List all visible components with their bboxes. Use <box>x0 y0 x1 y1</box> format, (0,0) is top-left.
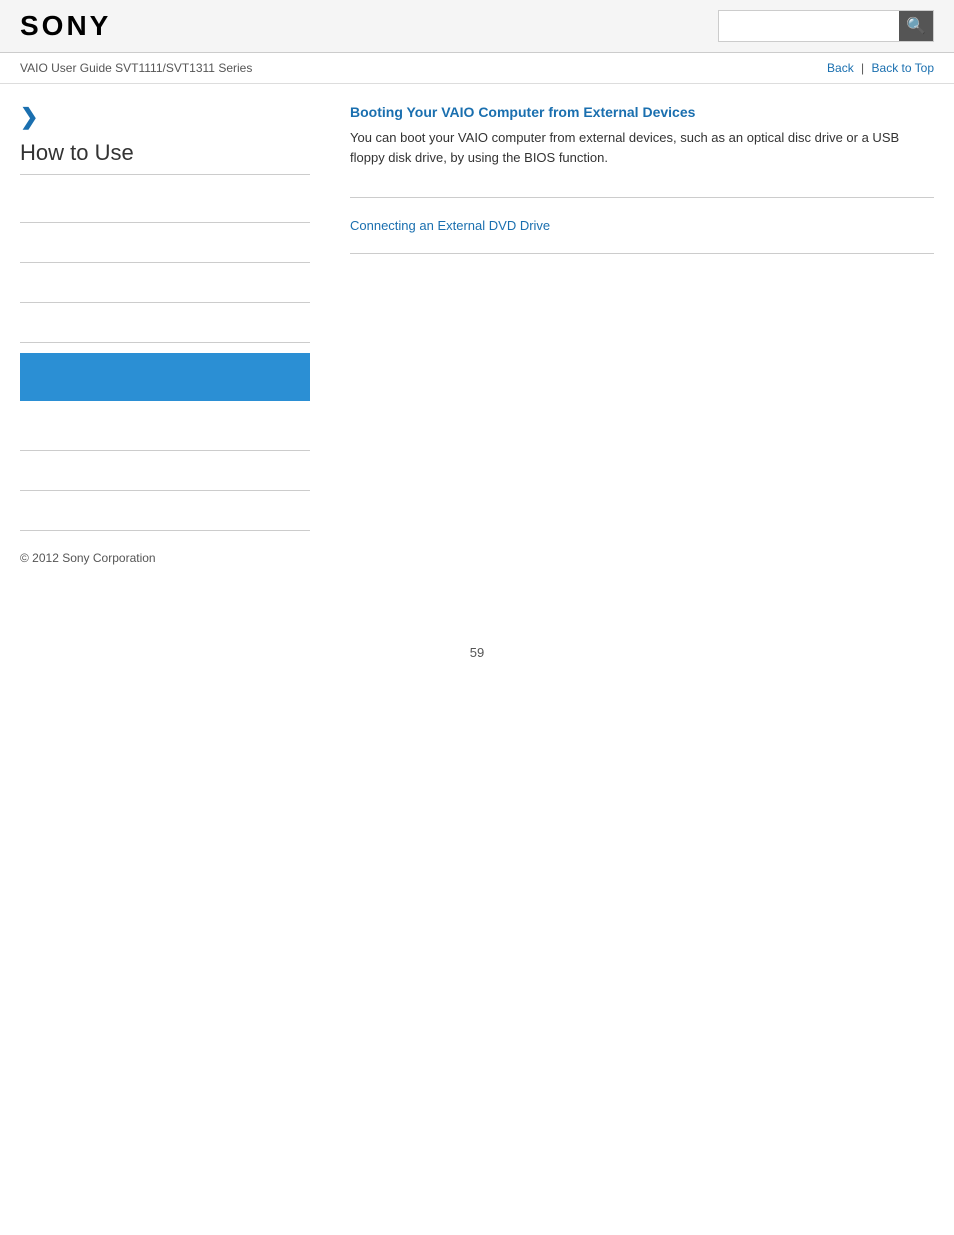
back-link[interactable]: Back <box>827 61 854 75</box>
sidebar-item-1[interactable] <box>20 183 310 223</box>
sony-logo: SONY <box>20 10 111 42</box>
main-container: ❯ How to Use © 2012 Sony Corporation <box>0 84 954 585</box>
search-icon: 🔍 <box>906 16 926 36</box>
nav-separator: | <box>861 61 864 75</box>
sidebar-title: How to Use <box>20 140 310 175</box>
header: SONY 🔍 <box>0 0 954 53</box>
search-button[interactable]: 🔍 <box>899 11 933 41</box>
sidebar-footer-item-3[interactable] <box>20 491 310 531</box>
chevron-icon: ❯ <box>20 104 310 130</box>
search-input[interactable] <box>719 11 899 41</box>
content-divider <box>350 197 934 198</box>
nav-links: Back | Back to Top <box>827 61 934 75</box>
sidebar-item-4[interactable] <box>20 303 310 343</box>
copyright: © 2012 Sony Corporation <box>20 551 310 565</box>
sidebar-footer-item-1[interactable] <box>20 411 310 451</box>
content-section-2: Connecting an External DVD Drive <box>350 218 934 254</box>
booting-description: You can boot your VAIO computer from ext… <box>350 128 934 167</box>
dvd-divider <box>350 253 934 254</box>
sidebar-item-2[interactable] <box>20 223 310 263</box>
sidebar-footer-item-2[interactable] <box>20 451 310 491</box>
dvd-link[interactable]: Connecting an External DVD Drive <box>350 218 934 233</box>
content-area: Booting Your VAIO Computer from External… <box>330 104 934 565</box>
sub-header: VAIO User Guide SVT1111/SVT1311 Series B… <box>0 53 954 84</box>
booting-link[interactable]: Booting Your VAIO Computer from External… <box>350 104 934 120</box>
search-box: 🔍 <box>718 10 934 42</box>
guide-title: VAIO User Guide SVT1111/SVT1311 Series <box>20 61 252 75</box>
sidebar-item-3[interactable] <box>20 263 310 303</box>
sidebar-highlight[interactable] <box>20 353 310 401</box>
page-number: 59 <box>0 625 954 680</box>
sidebar: ❯ How to Use © 2012 Sony Corporation <box>20 104 330 565</box>
content-section-1: Booting Your VAIO Computer from External… <box>350 104 934 167</box>
back-to-top-link[interactable]: Back to Top <box>872 61 934 75</box>
